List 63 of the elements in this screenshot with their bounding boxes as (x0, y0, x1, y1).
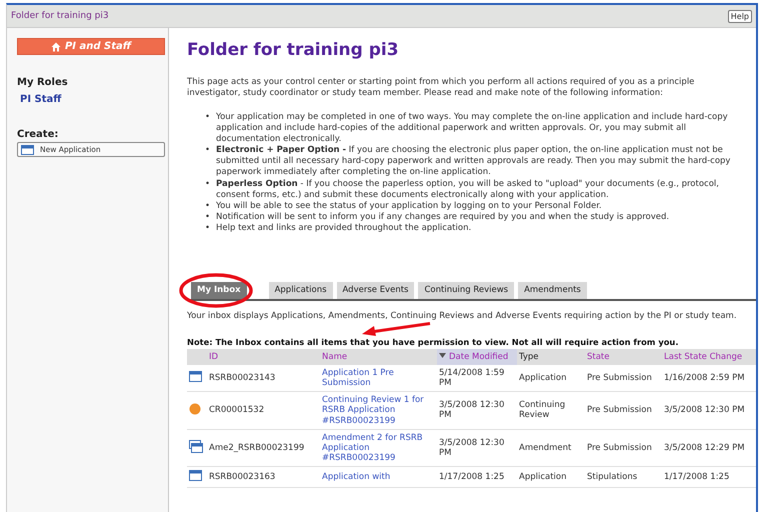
sort-icon (439, 352, 446, 359)
intro-paragraph: This page acts as your control center or starting point from which you perform all actions required of you as a principle investigator, study coordinator or study team member. Please read and make note of the following information: (187, 77, 696, 98)
table-cell: Amendment (517, 429, 585, 467)
bullet-marker: • (205, 200, 210, 212)
circle-icon (189, 402, 201, 415)
stacked-windows-icon (189, 440, 203, 453)
table-cell: Application (517, 364, 585, 392)
window-icon (21, 144, 34, 154)
house-icon (50, 42, 61, 52)
info-bullet: You will be able to see the status of your application by logging on to your Personal Folder. (216, 200, 602, 212)
inbox-description: Your inbox displays Applications, Amendments, Continuing Reviews and Adverse Events requiring action by the PI or study team. (187, 310, 738, 322)
inbox-note: Note: The Inbox contains all items that you have permission to view. Not all will require action from you. (187, 337, 680, 348)
table-cell: RSRB00023143 (207, 364, 320, 392)
page-heading: Folder for training pi3 (187, 40, 400, 60)
item-link[interactable]: Application with (320, 466, 437, 488)
bullet-marker: • (205, 145, 210, 158)
column-header[interactable]: Name (320, 348, 437, 365)
table-cell: Application (517, 466, 585, 488)
window-title: Folder for training pi3 (11, 11, 109, 21)
info-bullet: Notification will be sent to inform you if any changes are required by you and when the study is approved. (216, 212, 670, 223)
info-bullet: Electronic + Paper Option - If you are choosing the electronic plus paper option, the on-line application must not be submitted until all necessary hard-copy paperwork and written approvals are ready. Then you may submit the hard-copy paperwork immediately after completing the on-line application. (216, 145, 732, 179)
table-cell: 1/17/2008 1:25 (662, 466, 756, 488)
create-heading: Create: (17, 129, 60, 140)
column-header: Type (517, 348, 585, 365)
item-link[interactable]: Continuing Review 1 for RSRB Application #RSRB00023199 (320, 392, 437, 430)
bullet-marker: • (205, 212, 210, 223)
info-bullet: Paperless Option - If you choose the paperless option, you will be asked to "upload" your documents (e.g., protocol, consent forms, etc.) and submit these documents electronically along with your application. (216, 178, 720, 201)
table-cell: Stipulations (585, 466, 662, 488)
table-cell: CR00001532 (207, 392, 320, 430)
role-link[interactable]: PI Staff (20, 94, 168, 105)
column-header[interactable]: State (585, 348, 662, 365)
table-cell: 3/5/2008 12:29 PM (662, 429, 756, 467)
table-cell: RSRB00023163 (207, 466, 320, 488)
table-cell: 1/17/2008 1:25 (437, 466, 517, 488)
table-cell: Continuing Review (517, 392, 585, 430)
window-icon (189, 470, 202, 482)
table-cell: 3/5/2008 12:30 PM (662, 392, 756, 430)
info-bullet: Your application may be completed in one of two ways. You may complete the on-line application and include hard-copy application and include hard-copies of the additional paperwork and written approvals. Or, you may submit all documentation electronically. (216, 112, 729, 146)
bullet-marker: • (205, 112, 210, 124)
bullet-marker: • (205, 222, 210, 234)
table-cell: 3/5/2008 12:30 PM (437, 392, 517, 430)
tab[interactable]: Applications (268, 282, 333, 299)
tab[interactable]: Amendments (518, 282, 587, 299)
item-link[interactable]: Application 1 Pre Submission (320, 364, 437, 392)
info-bullet: Help text and links are provided throughout the application. (216, 222, 472, 234)
table-cell: Ame2_RSRB00023199 (207, 429, 320, 467)
column-header[interactable]: Last State Change (662, 348, 756, 365)
item-link[interactable]: Amendment 2 for RSRB Application #RSRB00023199 (320, 429, 437, 467)
tab[interactable]: My Inbox (191, 282, 247, 299)
column-header[interactable]: ID (207, 348, 320, 365)
window-icon (189, 370, 202, 382)
roles-heading: My Roles (17, 77, 69, 88)
table-cell: Pre Submission (585, 392, 662, 430)
table-cell: 1/16/2008 2:59 PM (662, 364, 756, 392)
tab[interactable]: Adverse Events (336, 282, 414, 299)
column-header[interactable]: Date Modified (437, 348, 517, 365)
bullet-marker: • (205, 178, 210, 191)
table-cell: Pre Submission (585, 364, 662, 392)
help-button[interactable]: Help (728, 10, 752, 22)
table-cell: 5/14/2008 1:59 PM (437, 364, 517, 392)
table-cell: Pre Submission (585, 429, 662, 467)
tab[interactable]: Continuing Reviews (418, 282, 514, 299)
table-cell: 3/5/2008 12:30 PM (437, 429, 517, 467)
